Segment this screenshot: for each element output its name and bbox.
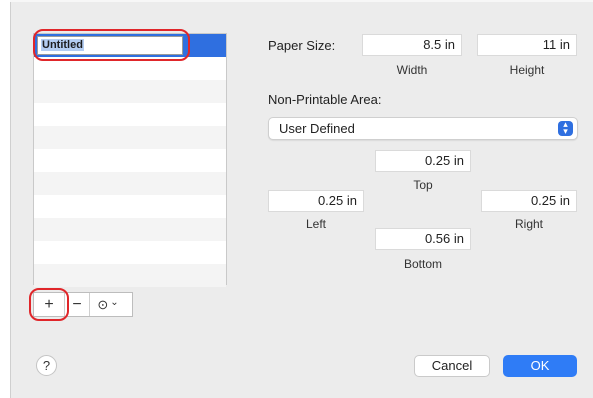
margin-preset-value: User Defined: [279, 121, 355, 136]
add-button-callout: [29, 288, 69, 321]
list-item: [34, 172, 226, 195]
list-item: [34, 218, 226, 241]
paper-size-list[interactable]: Untitled: [33, 33, 227, 287]
top-label: Top: [413, 178, 433, 192]
paper-height-field[interactable]: 11 in: [477, 34, 577, 56]
list-item: [34, 80, 226, 103]
bottom-margin-field[interactable]: 0.56 in: [375, 228, 471, 250]
list-item: [34, 126, 226, 149]
paper-size-label: Paper Size:: [268, 38, 336, 53]
action-gear-icon: ⊙: [97, 296, 109, 312]
width-label: Width: [396, 63, 428, 77]
ok-button[interactable]: OK: [503, 355, 577, 377]
list-item: [34, 264, 226, 287]
list-item: [34, 195, 226, 218]
sheet-top-edge: [10, 0, 593, 2]
left-label: Left: [305, 217, 326, 231]
non-printable-area-label: Non-Printable Area:: [268, 92, 382, 107]
list-item: [34, 149, 226, 172]
list-item: [34, 103, 226, 126]
paper-width-field[interactable]: 8.5 in: [362, 34, 462, 56]
list-item: [34, 241, 226, 264]
name-field-callout: [33, 29, 190, 61]
popup-arrows-icon: ▴ ▾: [558, 120, 573, 136]
margin-preset-popup[interactable]: User Defined ▴ ▾: [268, 117, 578, 140]
chevron-down-icon: ⌄: [110, 297, 119, 308]
right-label: Right: [514, 217, 543, 231]
question-mark-icon: ?: [42, 358, 51, 373]
cancel-button[interactable]: Cancel: [414, 355, 490, 377]
actions-menu-button[interactable]: ⊙ ⌄: [90, 293, 126, 316]
minus-icon: −: [72, 295, 82, 313]
left-margin-field[interactable]: 0.25 in: [268, 190, 364, 212]
height-label: Height: [509, 63, 545, 77]
right-margin-field[interactable]: 0.25 in: [481, 190, 577, 212]
bottom-label: Bottom: [403, 257, 442, 271]
help-button[interactable]: ?: [36, 355, 57, 376]
top-margin-field[interactable]: 0.25 in: [375, 150, 471, 172]
